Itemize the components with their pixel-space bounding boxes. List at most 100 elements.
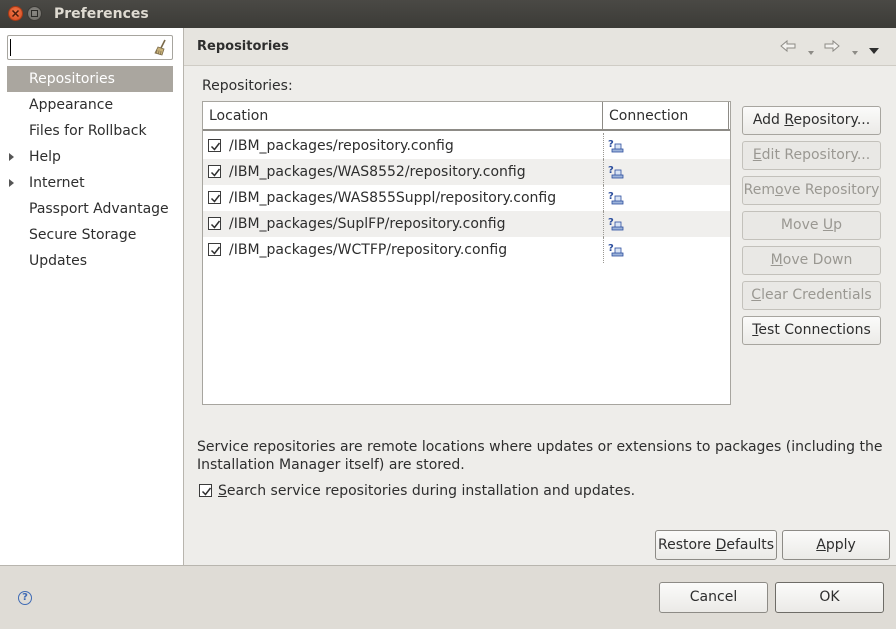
repositories-label: Repositories: bbox=[202, 78, 293, 94]
checkmark-icon bbox=[210, 168, 221, 177]
window-title: Preferences bbox=[54, 6, 149, 22]
dialog-footer: ? Cancel OK bbox=[0, 566, 896, 629]
preference-page: Repositories Repositories: Location Conn… bbox=[184, 28, 896, 565]
checkmark-icon bbox=[210, 220, 221, 229]
repository-checkbox[interactable] bbox=[208, 243, 221, 256]
edit-repository-button[interactable]: Edit Repository... bbox=[742, 141, 881, 170]
apply-button[interactable]: Apply bbox=[782, 530, 890, 560]
table-row[interactable]: /IBM_packages/repository.config? bbox=[203, 133, 730, 159]
table-row[interactable]: /IBM_packages/WAS8552/repository.config? bbox=[203, 159, 730, 185]
checkmark-icon bbox=[210, 194, 221, 203]
table-row[interactable]: /IBM_packages/SuplFP/repository.config? bbox=[203, 211, 730, 237]
repository-checkbox[interactable] bbox=[208, 217, 221, 230]
table-header: Location Connection bbox=[203, 102, 730, 131]
forward-menu-button[interactable] bbox=[852, 44, 859, 60]
repository-location: /IBM_packages/WCTFP/repository.config bbox=[229, 242, 508, 258]
forward-arrow-icon bbox=[824, 39, 840, 53]
expand-arrow-icon[interactable] bbox=[9, 179, 14, 187]
back-button[interactable] bbox=[780, 39, 796, 57]
tree-item-label: Secure Storage bbox=[29, 227, 137, 243]
move-down-button[interactable]: Move Down bbox=[742, 246, 881, 275]
tree-item-updates[interactable]: Updates bbox=[7, 248, 173, 274]
tree-item-passport-advantage[interactable]: Passport Advantage bbox=[7, 196, 173, 222]
help-icon[interactable]: ? bbox=[18, 591, 32, 605]
search-service-repositories-label: Search service repositories during insta… bbox=[218, 483, 636, 499]
connection-cell: ? bbox=[603, 237, 730, 263]
tree-item-label: Repositories bbox=[29, 71, 115, 87]
tree-item-files-for-rollback[interactable]: Files for Rollback bbox=[7, 118, 173, 144]
page-header: Repositories bbox=[184, 28, 896, 66]
move-up-button[interactable]: Move Up bbox=[742, 211, 881, 240]
tree-item-internet[interactable]: Internet bbox=[7, 170, 173, 196]
view-menu-icon bbox=[869, 48, 879, 54]
svg-text:?: ? bbox=[608, 165, 614, 176]
ok-button[interactable]: OK bbox=[775, 582, 884, 613]
tree-item-label: Passport Advantage bbox=[29, 201, 169, 217]
back-arrow-icon bbox=[780, 39, 796, 53]
dropdown-arrow-icon bbox=[852, 51, 858, 55]
repositories-table[interactable]: Location Connection /IBM_packages/reposi… bbox=[202, 101, 731, 405]
connection-cell: ? bbox=[603, 133, 730, 159]
service-repositories-description: Service repositories are remote location… bbox=[197, 439, 883, 473]
repository-checkbox[interactable] bbox=[208, 165, 221, 178]
svg-text:?: ? bbox=[608, 191, 614, 202]
clear-credentials-button[interactable]: Clear Credentials bbox=[742, 281, 881, 310]
svg-text:?: ? bbox=[608, 217, 614, 228]
maximize-icon bbox=[31, 10, 38, 17]
tree-item-help[interactable]: Help bbox=[7, 144, 173, 170]
repository-checkbox[interactable] bbox=[208, 191, 221, 204]
checkmark-icon bbox=[210, 142, 221, 151]
tree-item-label: Updates bbox=[29, 253, 87, 269]
preference-tree-pane: Repositories Appearance Files for Rollback… bbox=[0, 28, 183, 565]
unknown-connection-icon: ? bbox=[608, 191, 624, 205]
tree-item-label: Internet bbox=[29, 175, 85, 191]
table-row[interactable]: /IBM_packages/WAS855Suppl/repository.con… bbox=[203, 185, 730, 211]
tree-item-label: Appearance bbox=[29, 97, 114, 113]
remove-repository-button[interactable]: Remove Repository bbox=[742, 176, 881, 205]
restore-defaults-button[interactable]: Restore Defaults bbox=[655, 530, 777, 560]
close-icon bbox=[11, 9, 20, 18]
column-header-connection[interactable]: Connection bbox=[603, 102, 729, 129]
unknown-connection-icon: ? bbox=[608, 217, 624, 231]
dropdown-arrow-icon bbox=[808, 51, 814, 55]
forward-button[interactable] bbox=[824, 39, 840, 57]
close-window-button[interactable] bbox=[8, 6, 23, 21]
table-row[interactable]: /IBM_packages/WCTFP/repository.config? bbox=[203, 237, 730, 263]
connection-cell: ? bbox=[603, 185, 730, 211]
text-caret bbox=[10, 39, 11, 56]
repository-checkbox[interactable] bbox=[208, 139, 221, 152]
unknown-connection-icon: ? bbox=[608, 139, 624, 153]
preference-tree: Repositories Appearance Files for Rollback… bbox=[7, 66, 173, 274]
svg-text:?: ? bbox=[608, 139, 614, 150]
repository-location: /IBM_packages/repository.config bbox=[229, 138, 454, 154]
tree-item-appearance[interactable]: Appearance bbox=[7, 92, 173, 118]
checkmark-icon bbox=[210, 246, 221, 255]
unknown-connection-icon: ? bbox=[608, 243, 624, 257]
search-service-repositories-checkbox[interactable] bbox=[199, 484, 212, 497]
tree-item-repositories[interactable]: Repositories bbox=[7, 66, 173, 92]
title-bar: Preferences bbox=[0, 0, 896, 28]
tree-item-label: Help bbox=[29, 149, 61, 165]
checkmark-icon bbox=[201, 487, 212, 496]
filter-field[interactable] bbox=[7, 35, 173, 60]
connection-cell: ? bbox=[603, 159, 730, 185]
add-repository-button[interactable]: Add Repository... bbox=[742, 106, 881, 135]
filter-input[interactable] bbox=[11, 37, 151, 58]
unknown-connection-icon: ? bbox=[608, 165, 624, 179]
svg-text:?: ? bbox=[608, 243, 614, 254]
clear-filter-icon[interactable] bbox=[153, 39, 169, 56]
tree-item-secure-storage[interactable]: Secure Storage bbox=[7, 222, 173, 248]
cancel-button[interactable]: Cancel bbox=[659, 582, 768, 613]
page-title: Repositories bbox=[197, 39, 289, 54]
maximize-window-button[interactable] bbox=[27, 6, 42, 21]
column-header-location[interactable]: Location bbox=[203, 102, 603, 129]
expand-arrow-icon[interactable] bbox=[9, 153, 14, 161]
view-menu-button[interactable] bbox=[869, 43, 880, 59]
repository-location: /IBM_packages/WAS8552/repository.config bbox=[229, 164, 526, 180]
connection-cell: ? bbox=[603, 211, 730, 237]
test-connections-button[interactable]: Test Connections bbox=[742, 316, 881, 345]
repository-location: /IBM_packages/WAS855Suppl/repository.con… bbox=[229, 190, 557, 206]
back-menu-button[interactable] bbox=[808, 44, 815, 60]
tree-item-label: Files for Rollback bbox=[29, 123, 147, 139]
repository-location: /IBM_packages/SuplFP/repository.config bbox=[229, 216, 506, 232]
